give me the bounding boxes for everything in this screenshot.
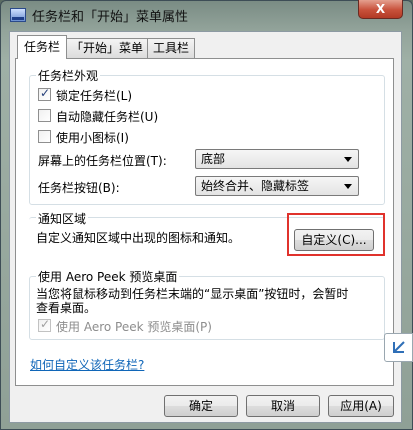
apply-button[interactable]: 应用(A) [328,395,394,417]
taskbar-location-label: 屏幕上的任务栏位置(T): [38,154,167,168]
side-gadget[interactable] [384,333,413,362]
help-link[interactable]: 如何自定义该任务栏? [30,356,144,373]
ok-button[interactable]: 确定 [164,395,238,417]
lock-taskbar-label[interactable]: 锁定任务栏(L) [56,87,132,104]
taskbar-appearance-label: 任务栏外观 [36,67,101,84]
small-icons-label[interactable]: 使用小图标(I) [56,129,129,146]
auto-hide-checkbox[interactable] [38,109,51,122]
aero-peek-description-line2: 查看桌面。 [36,301,97,315]
customize-button[interactable]: 自定义(C)... [294,229,374,251]
small-icons-checkbox[interactable] [38,130,51,143]
tab-toolbars[interactable]: 工具栏 [147,38,195,58]
chevron-down-icon [344,157,352,162]
taskbar-buttons-label: 任务栏按钮(B): [38,181,120,195]
title-bar[interactable]: 任务栏和「开始」菜单属性 X [0,0,413,30]
window-title: 任务栏和「开始」菜单属性 [32,10,189,25]
notification-area-label: 通知区域 [36,210,89,227]
chevron-down-icon [344,184,352,189]
tab-taskbar[interactable]: 任务栏 [17,35,67,59]
taskbar-buttons-value: 始终合并、隐藏标签 [201,179,310,193]
auto-hide-label[interactable]: 自动隐藏任务栏(U) [56,108,158,125]
close-button[interactable]: X [358,0,403,19]
tab-start-menu[interactable]: 「开始」菜单 [66,38,148,58]
taskbar-properties-icon [10,8,26,22]
taskbar-buttons-dropdown[interactable]: 始终合并、隐藏标签 [195,176,359,196]
aero-peek-checkbox-label[interactable]: 使用 Aero Peek 预览桌面(P) [56,318,212,335]
taskbar-location-dropdown[interactable]: 底部 [195,149,359,169]
arrow-icon [393,341,405,353]
aero-peek-checkbox[interactable] [38,317,51,332]
cancel-button[interactable]: 取消 [246,395,320,417]
aero-peek-label: 使用 Aero Peek 预览桌面 [36,268,180,285]
taskbar-location-value: 底部 [201,152,226,166]
lock-taskbar-checkbox[interactable] [38,86,51,101]
notification-area-description: 自定义通知区域中出现的图标和通知。 [36,231,241,245]
